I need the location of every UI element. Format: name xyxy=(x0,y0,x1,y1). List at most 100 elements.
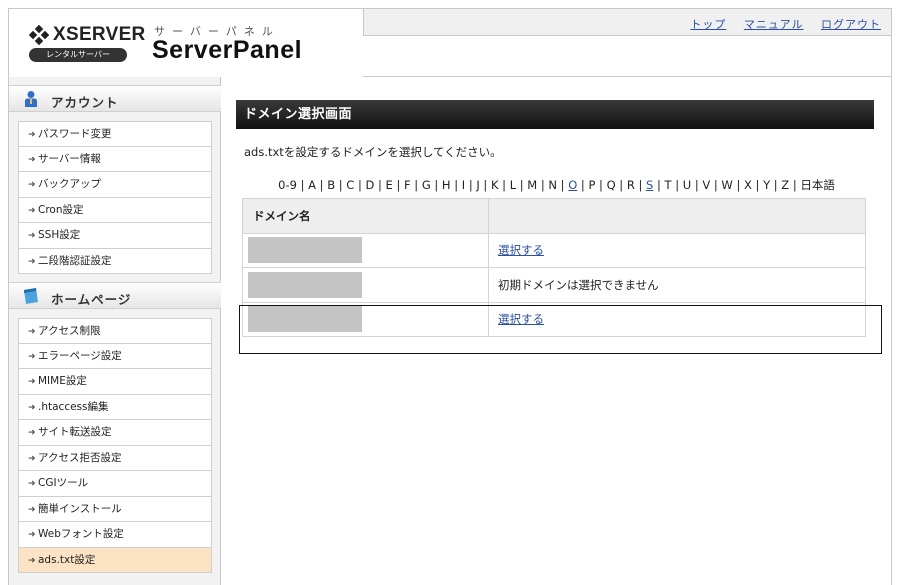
arrow-icon: ➜ xyxy=(28,231,36,241)
domain-cell xyxy=(242,232,489,268)
alpha-filter-w: W xyxy=(721,178,733,192)
action-cell: 選択する xyxy=(488,301,866,337)
domain-cell xyxy=(242,301,489,337)
sidebar-item-access-deny[interactable]: ➜ アクセス拒否設定 xyxy=(18,445,212,471)
sidebar-item-site-redirect[interactable]: ➜ サイト転送設定 xyxy=(18,420,212,446)
sidebar-item-label: SSH設定 xyxy=(38,229,81,241)
alpha-filter-z: Z xyxy=(781,178,790,192)
brand-name: XSERVER xyxy=(53,24,146,45)
alpha-separator: | xyxy=(615,178,627,192)
sidebar-item-backup[interactable]: ➜ バックアップ xyxy=(18,172,212,198)
arrow-icon: ➜ xyxy=(28,327,36,337)
alpha-filter-h: H xyxy=(441,178,451,192)
homepage-folder-icon xyxy=(24,288,38,304)
alpha-filter-k: K xyxy=(490,178,499,192)
alpha-separator: | xyxy=(335,178,347,192)
sidebar-item-access-restriction[interactable]: ➜ アクセス制限 xyxy=(18,318,212,344)
arrow-icon: ➜ xyxy=(28,428,36,438)
sidebar-item-label: バックアップ xyxy=(38,178,101,190)
alpha-separator: | xyxy=(316,178,328,192)
alpha-separator: | xyxy=(430,178,442,192)
sidebar-item-cgi-tools[interactable]: ➜ CGIツール xyxy=(18,471,212,497)
sidebar-section-title: ホームページ xyxy=(51,292,132,307)
alpha-separator: | xyxy=(671,178,683,192)
alpha-filter-d: D xyxy=(365,178,375,192)
top-nav: トップ マニュアル ログアウト xyxy=(676,16,881,32)
panel-name: ServerPanel xyxy=(152,36,303,64)
alpha-separator: | xyxy=(392,178,404,192)
alpha-filter-b: B xyxy=(327,178,336,192)
xserver-logo-icon xyxy=(29,25,49,45)
sidebar-item-label: アクセス拒否設定 xyxy=(38,451,122,464)
sidebar-item-error-page[interactable]: ➜ エラーページ設定 xyxy=(18,343,212,369)
sidebar-item-password[interactable]: ➜ パスワード変更 xyxy=(18,121,212,147)
arrow-icon: ➜ xyxy=(28,555,36,566)
sidebar-item-label: ads.txt設定 xyxy=(38,553,96,566)
alpha-filter-0-9: 0-9 xyxy=(278,178,297,192)
sidebar-item-label: アクセス制限 xyxy=(38,325,101,337)
alpha-separator: | xyxy=(479,178,491,192)
domain-cell xyxy=(242,267,489,303)
nav-top-link[interactable]: トップ xyxy=(690,18,726,31)
select-domain-link[interactable]: 選択する xyxy=(498,312,544,326)
domain-table: ドメイン名 選択する 初期ドメインは選択できません 選択する xyxy=(242,198,866,337)
sidebar-item-mime[interactable]: ➜ MIME設定 xyxy=(18,369,212,395)
arrow-icon: ➜ xyxy=(28,530,36,540)
sidebar-item-ssh[interactable]: ➜ SSH設定 xyxy=(18,223,212,249)
alpha-filter-u: U xyxy=(682,178,692,192)
alpha-separator: | xyxy=(710,178,722,192)
arrow-icon: ➜ xyxy=(28,479,36,489)
sidebar: アカウント ➜ パスワード変更 ➜ サーバー情報 ➜ バックアップ ➜ Cron設定 ➜… xyxy=(9,77,221,585)
action-header xyxy=(488,198,866,234)
arrow-icon: ➜ xyxy=(28,154,36,165)
alphabet-filter: 0-9 | A | B | C | D | E | F | G | H | I … xyxy=(222,177,891,193)
sidebar-item-easy-install[interactable]: ➜ 簡単インストール xyxy=(18,496,212,522)
account-menu: ➜ パスワード変更 ➜ サーバー情報 ➜ バックアップ ➜ Cron設定 ➜ SSH設定 … xyxy=(18,121,212,274)
alpha-filter-n: N xyxy=(548,178,558,192)
sidebar-item-label: MIME設定 xyxy=(38,375,87,387)
arrow-icon: ➜ xyxy=(28,402,36,413)
sidebar-item-cron[interactable]: ➜ Cron設定 xyxy=(18,197,212,223)
logo-area[interactable]: XSERVER レンタルサーバー サーバーパネル ServerPanel xyxy=(9,9,363,77)
sidebar-item-label: CGIツール xyxy=(38,477,89,489)
nav-manual-link[interactable]: マニュアル xyxy=(744,18,804,31)
sidebar-item-2fa[interactable]: ➜ 二段階認証設定 xyxy=(18,248,212,274)
action-cell: 初期ドメインは選択できません xyxy=(488,267,866,303)
sidebar-item-web-font[interactable]: ➜ Webフォント設定 xyxy=(18,522,212,548)
alpha-separator: | xyxy=(410,178,422,192)
brand-subtitle: レンタルサーバー xyxy=(29,48,127,62)
alpha-separator: | xyxy=(296,178,309,192)
sidebar-section-account[interactable]: アカウント xyxy=(9,85,221,112)
sidebar-section-homepage[interactable]: ホームページ xyxy=(9,282,221,309)
arrow-icon: ➜ xyxy=(28,256,36,267)
alpha-filter-m: M xyxy=(527,178,538,192)
nav-logout-link[interactable]: ログアウト xyxy=(821,18,881,31)
account-person-icon xyxy=(25,91,37,107)
alpha-filter-o[interactable]: O xyxy=(568,178,577,192)
domain-name-header: ドメイン名 xyxy=(242,198,489,234)
header: XSERVER レンタルサーバー サーバーパネル ServerPanel トップ… xyxy=(9,9,891,77)
redacted-domain xyxy=(248,306,362,333)
arrow-icon: ➜ xyxy=(28,130,36,140)
redacted-domain xyxy=(248,271,362,298)
alpha-separator: | xyxy=(498,178,510,192)
sidebar-item-label: サーバー情報 xyxy=(38,152,101,165)
alpha-separator: | xyxy=(751,178,764,192)
alpha-separator: | xyxy=(653,178,665,192)
alpha-filter-g: G xyxy=(421,178,431,192)
alpha-filter-e: E xyxy=(385,178,393,192)
arrow-icon: ➜ xyxy=(28,453,36,464)
sidebar-item-label: .htaccess編集 xyxy=(38,400,109,413)
alpha-separator: | xyxy=(465,178,477,192)
sidebar-item-label: 簡単インストール xyxy=(38,502,122,515)
alpha-filter-f: F xyxy=(404,178,411,192)
arrow-icon: ➜ xyxy=(28,504,36,515)
select-domain-link[interactable]: 選択する xyxy=(498,243,544,257)
sidebar-item-htaccess[interactable]: ➜ .htaccess編集 xyxy=(18,394,212,420)
alpha-separator: | xyxy=(691,178,703,192)
alpha-separator: | xyxy=(516,178,528,192)
sidebar-item-server-info[interactable]: ➜ サーバー情報 xyxy=(18,146,212,172)
sidebar-item-ads-txt[interactable]: ➜ ads.txt設定 xyxy=(18,547,212,573)
alpha-separator: | xyxy=(770,178,782,192)
alpha-separator: | xyxy=(557,178,569,192)
